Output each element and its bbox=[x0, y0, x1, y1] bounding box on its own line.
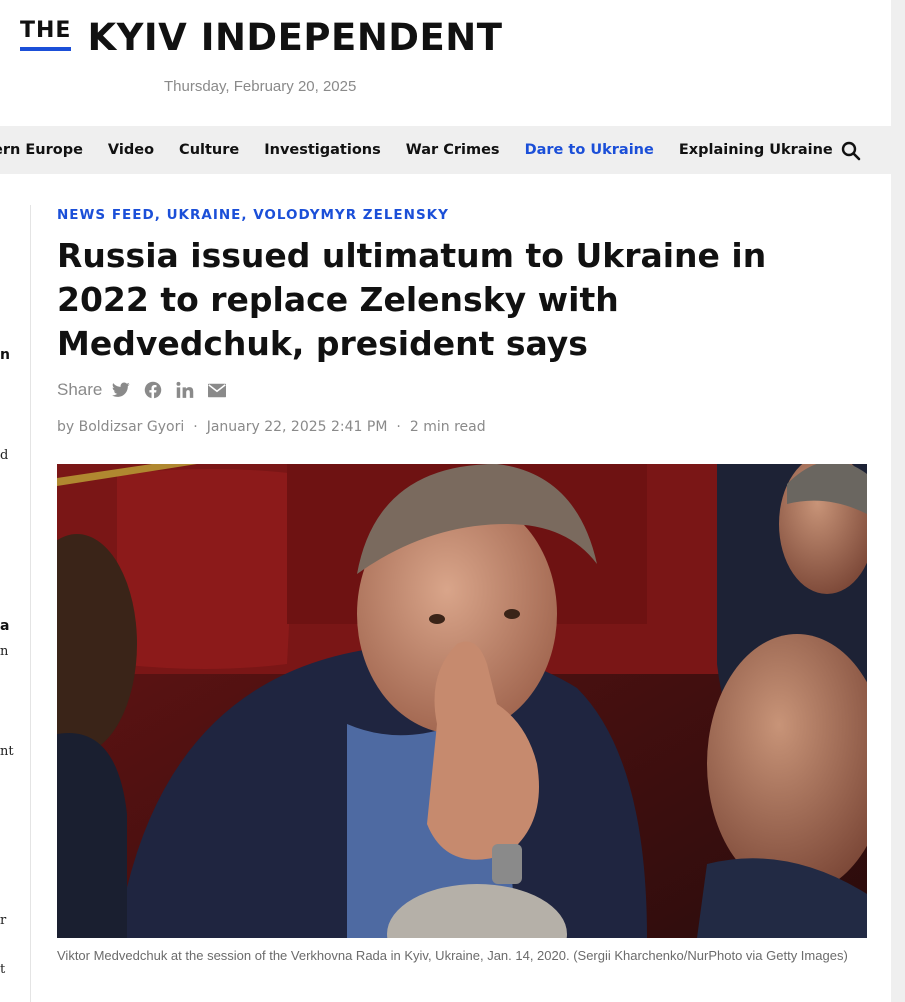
tag-separator: , bbox=[241, 207, 254, 223]
linkedin-icon[interactable] bbox=[176, 381, 194, 399]
sidebar-fragment[interactable]: n bbox=[0, 347, 10, 363]
byline-separator: · bbox=[193, 419, 198, 435]
logo-the: THE bbox=[20, 18, 72, 51]
tag-volodymyr-zelensky[interactable]: VOLODYMYR ZELENSKY bbox=[253, 207, 449, 223]
nav-item-dare-to-ukraine[interactable]: Dare to Ukraine bbox=[525, 142, 654, 158]
byline-separator: · bbox=[396, 419, 401, 435]
nav-item-culture[interactable]: Culture bbox=[179, 142, 239, 158]
sidebar-fragment[interactable]: a bbox=[0, 618, 9, 634]
share-bar: Share bbox=[57, 380, 240, 400]
sidebar-fragment[interactable]: d bbox=[0, 448, 8, 463]
current-date: Thursday, February 20, 2025 bbox=[164, 78, 357, 95]
article-photo bbox=[57, 464, 867, 938]
tag-news-feed[interactable]: NEWS FEED bbox=[57, 207, 155, 223]
search-icon[interactable] bbox=[841, 141, 861, 161]
nav-item-investigations[interactable]: Investigations bbox=[264, 142, 381, 158]
facebook-icon[interactable] bbox=[144, 381, 162, 399]
nav-item-eastern-europe[interactable]: ern Europe bbox=[0, 142, 83, 158]
photo-caption: Viktor Medvedchuk at the session of the … bbox=[57, 948, 848, 963]
nav-item-war-crimes[interactable]: War Crimes bbox=[406, 142, 500, 158]
email-icon[interactable] bbox=[208, 381, 227, 399]
tag-ukraine[interactable]: UKRAINE bbox=[167, 207, 242, 223]
nav-item-video[interactable]: Video bbox=[108, 142, 154, 158]
sidebar-fragment[interactable]: nt bbox=[0, 744, 14, 759]
right-gutter bbox=[891, 0, 905, 1002]
publish-date: January 22, 2025 2:41 PM bbox=[206, 419, 388, 435]
tag-separator: , bbox=[154, 207, 167, 223]
sidebar-fragment[interactable]: r bbox=[0, 913, 6, 928]
article-tags: NEWS FEED, UKRAINE, VOLODYMYR ZELENSKY bbox=[57, 207, 449, 223]
sidebar-fragment[interactable]: n bbox=[0, 644, 8, 659]
article-byline: by Boldizsar Gyori · January 22, 2025 2:41… bbox=[57, 419, 486, 435]
share-label: Share bbox=[57, 380, 103, 399]
site-logo[interactable]: THE KYIV INDEPENDENT bbox=[20, 18, 502, 58]
main-nav: ern Europe Video Culture Investigations … bbox=[0, 126, 891, 174]
twitter-icon[interactable] bbox=[112, 381, 131, 399]
author-link[interactable]: by Boldizsar Gyori bbox=[57, 419, 184, 435]
read-time: 2 min read bbox=[409, 419, 486, 435]
article-title: Russia issued ultimatum to Ukraine in 20… bbox=[57, 236, 767, 363]
sidebar-fragment[interactable]: t bbox=[0, 962, 5, 977]
column-divider bbox=[30, 205, 31, 1002]
nav-item-explaining-ukraine[interactable]: Explaining Ukraine bbox=[679, 142, 833, 158]
logo-name: KYIV INDEPENDENT bbox=[87, 16, 503, 59]
